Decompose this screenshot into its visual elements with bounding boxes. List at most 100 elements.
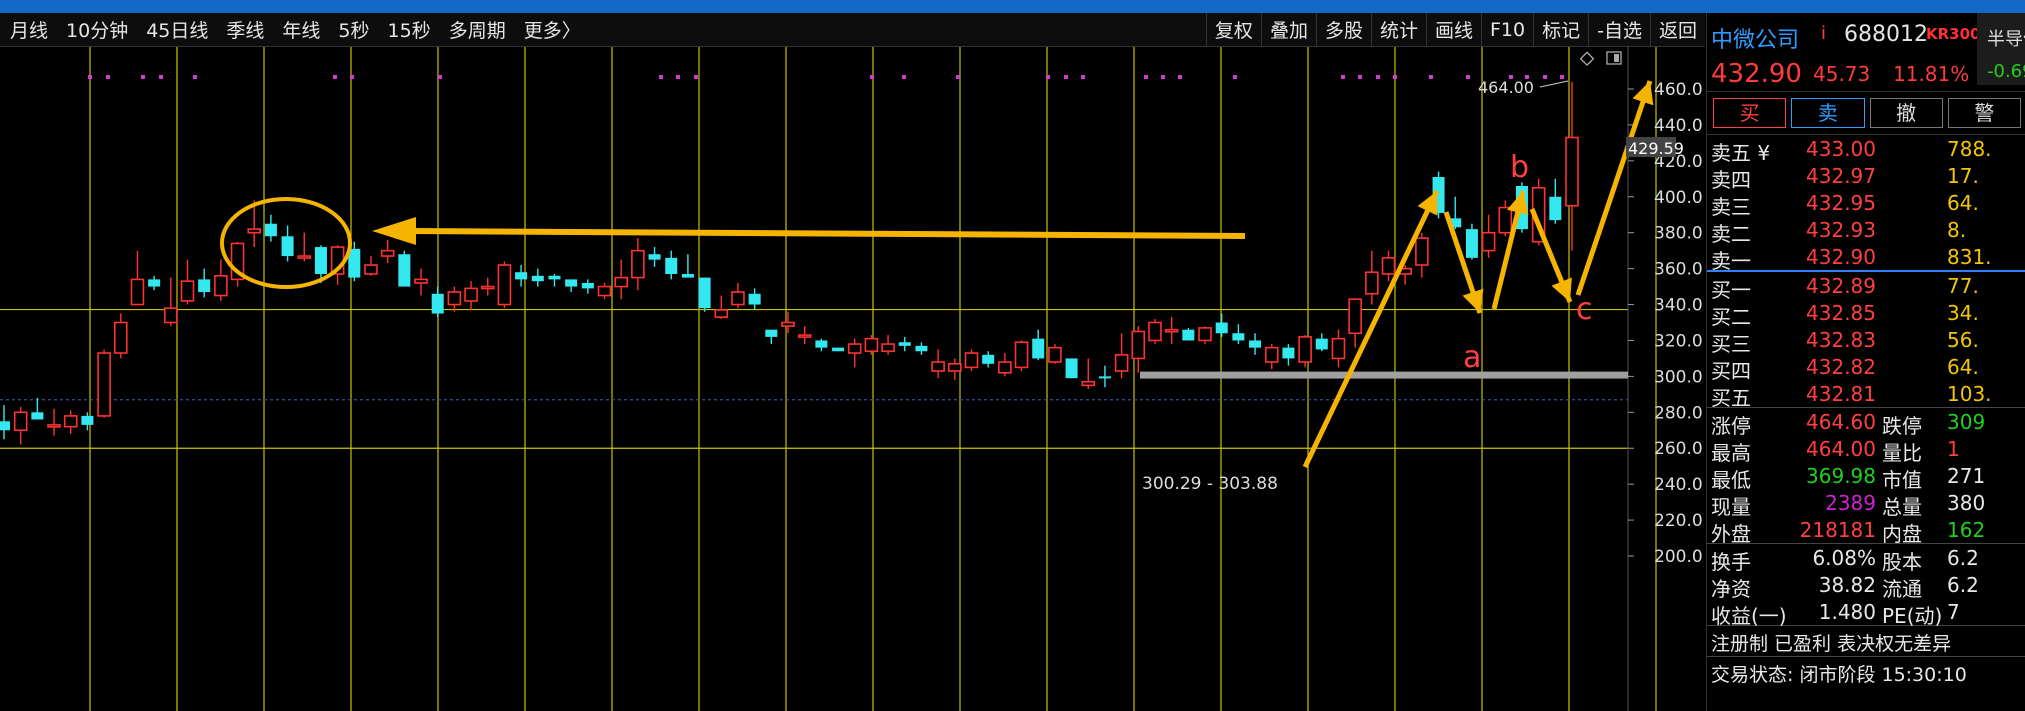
period-quarterly[interactable]: 季线: [226, 16, 264, 43]
statistics-button[interactable]: 统计: [1370, 13, 1426, 46]
pink-marker: [694, 75, 698, 79]
ask-row: 卖一 432.90 831.: [1707, 243, 2025, 273]
stock-name[interactable]: 中微公司: [1711, 22, 1799, 54]
bid-row: 买二 432.85 34.: [1707, 299, 2025, 329]
pink-marker: [1341, 75, 1345, 79]
period-yearly[interactable]: 年线: [282, 16, 320, 43]
candle: [113, 313, 128, 359]
bid-row: 买五 432.81 103.: [1707, 380, 2025, 410]
pink-marker: [438, 75, 442, 79]
period-multi[interactable]: 多周期: [449, 16, 506, 43]
ask-volume: 8.: [1947, 218, 1967, 242]
pink-marker: [659, 75, 663, 79]
period-more[interactable]: 更多〉: [524, 16, 581, 43]
candle-body-up: [464, 287, 478, 302]
candle: [97, 349, 111, 418]
stat-row: 最低 369.98 市值 271: [1707, 462, 2025, 492]
bid-value: 432.81: [1806, 382, 1876, 406]
overlay-button[interactable]: 叠加: [1260, 13, 1316, 46]
candle: [380, 239, 395, 264]
candle-body-down: [982, 354, 995, 364]
period-monthly[interactable]: 月线: [10, 16, 48, 43]
candle: [698, 277, 711, 312]
candle: [1465, 223, 1478, 260]
period-selector: 月线 10分钟 45日线 季线 年线 5秒 15秒 多周期 更多〉: [0, 16, 599, 43]
stat2-value: 6.08%: [1812, 546, 1876, 570]
remove-watchlist-button[interactable]: -自选: [1588, 13, 1650, 46]
f10-button[interactable]: F10: [1481, 13, 1533, 46]
candle-body-down: [81, 415, 94, 425]
candle-body-down: [1232, 333, 1245, 341]
candle: [414, 268, 428, 296]
candle: [1182, 327, 1195, 341]
buy-button[interactable]: 买: [1713, 98, 1787, 128]
candle-body-down: [1098, 376, 1111, 379]
pink-marker: [106, 75, 110, 79]
pink-marker: [1161, 75, 1165, 79]
stat-row: 现量 2389 总量 380: [1707, 489, 2025, 519]
candle: [614, 259, 628, 300]
candle: [714, 295, 729, 319]
bid-value: 432.89: [1806, 274, 1876, 298]
stat-volume: 380: [1947, 491, 1986, 515]
bid-book: 买一 432.89 77. 买二 432.85 34. 买三 432.83 56. 买四 432.8…: [1707, 272, 2025, 410]
stat2-row: 收益(一) 1.480 PE(动) 7: [1707, 598, 2025, 628]
candle-body-down: [531, 275, 544, 282]
multi-stock-button[interactable]: 多股: [1315, 13, 1371, 46]
candle-body-up: [1114, 354, 1129, 372]
candle: [497, 261, 512, 309]
range-annotation: 300.29 - 303.88: [1142, 474, 1278, 494]
candlestick-chart[interactable]: 460.0440.0420.0400.0380.0360.0340.0320.0…: [0, 47, 1705, 711]
candle-body-down: [1032, 338, 1045, 359]
stat-value: 464.00: [1806, 437, 1876, 461]
candle-body-up: [614, 276, 628, 288]
stat2-label: 收益(一): [1711, 604, 1787, 628]
candle-body-up: [1365, 271, 1379, 295]
ask-volume: 788.: [1947, 137, 1992, 161]
candle: [180, 259, 195, 305]
period-15sec[interactable]: 15秒: [388, 16, 431, 43]
candle-body-down: [698, 277, 711, 309]
candle: [1415, 232, 1429, 278]
candle: [447, 286, 462, 312]
draw-line-button[interactable]: 画线: [1425, 13, 1481, 46]
pink-marker: [1046, 75, 1050, 79]
sell-button[interactable]: 卖: [1791, 98, 1865, 128]
pink-marker: [1393, 75, 1397, 79]
stat-volume: 162: [1947, 518, 1986, 542]
candle: [31, 397, 44, 420]
period-45day[interactable]: 45日线: [146, 16, 208, 43]
candle: [480, 277, 495, 296]
candle-body-down: [565, 279, 578, 287]
trade-status-text: 交易状态: 闭市阶段 15:30:10: [1711, 664, 1967, 686]
wave-up-1-shaft: [1302, 189, 1440, 469]
candle-body-down: [314, 247, 327, 275]
pink-marker: [1064, 75, 1068, 79]
sector-box[interactable]: 半导体 -0.69: [1977, 13, 2025, 85]
candle: [1014, 340, 1029, 371]
period-10min[interactable]: 10分钟: [66, 16, 128, 43]
candle-body-up: [864, 337, 879, 353]
stat-row: 涨停 464.60 跌停 309: [1707, 408, 2025, 438]
info-icon[interactable]: i: [1821, 23, 1826, 44]
stat2-value: 38.82: [1818, 573, 1876, 597]
candle: [847, 338, 862, 368]
restore-rights-button[interactable]: 复权: [1205, 13, 1261, 46]
alert-button[interactable]: 警: [1947, 98, 2021, 128]
period-5sec[interactable]: 5秒: [338, 16, 369, 43]
back-button[interactable]: 返回: [1649, 13, 1705, 46]
listing-flags: 注册制 已盈利 表决权无差异: [1707, 626, 2025, 656]
candle-body-down: [815, 340, 828, 348]
candle: [1282, 344, 1295, 366]
candle: [898, 336, 911, 352]
mark-button[interactable]: 标记: [1533, 13, 1588, 46]
candle: [748, 288, 761, 310]
candle: [1549, 178, 1562, 224]
diamond-icon[interactable]: [1579, 51, 1595, 66]
candle-body-down: [898, 342, 911, 346]
panel-toggle-icon[interactable]: [1606, 51, 1622, 65]
candle-body-up: [597, 285, 612, 297]
candle-body-down: [0, 421, 10, 431]
cancel-order-button[interactable]: 撤: [1869, 98, 1943, 128]
bid-value: 432.82: [1806, 355, 1876, 379]
